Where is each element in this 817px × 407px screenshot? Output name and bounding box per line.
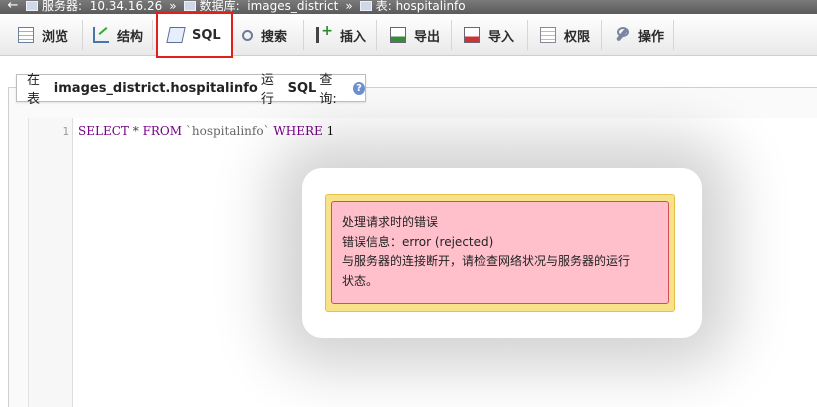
tab-label: 导出	[414, 29, 441, 45]
sql-value: 1	[326, 124, 335, 138]
back-arrow-icon[interactable]: ←	[0, 0, 26, 12]
error-message-line1: 与服务器的连接断开，请检查网络状况与服务器的运行	[342, 254, 631, 268]
breadcrumb-server[interactable]: 服务器: 10.34.16.26	[26, 0, 162, 12]
sql-star: *	[132, 124, 139, 138]
tab-insert[interactable]: 插入	[310, 20, 377, 50]
privileges-icon	[540, 27, 556, 43]
breadcrumb-table[interactable]: 表: hospitalinfo	[359, 0, 466, 13]
legend-sql: SQL	[287, 80, 317, 96]
tab-import[interactable]: 导入	[458, 20, 528, 50]
tab-label: 操作	[638, 29, 665, 45]
structure-icon	[93, 27, 109, 43]
legend-suffix: 运行	[260, 73, 274, 107]
server-label: 服务器:	[42, 0, 83, 13]
tab-label: 导入	[488, 29, 515, 45]
error-message-box: 处理请求时的错误 错误信息：error (rejected) 与服务器的连接断开…	[331, 201, 669, 304]
browse-icon	[18, 27, 34, 43]
help-icon[interactable]: ?	[353, 81, 365, 95]
sql-keyword-where: WHERE	[273, 124, 323, 138]
error-title: 处理请求时的错误	[342, 215, 439, 229]
legend-prefix: 在表	[27, 73, 41, 107]
insert-icon	[316, 23, 333, 43]
tab-search[interactable]: 搜索	[236, 20, 304, 50]
tab-privileges[interactable]: 权限	[534, 20, 602, 50]
tab-label: 搜索	[261, 29, 288, 45]
sql-icon	[166, 27, 186, 43]
operations-icon	[614, 27, 630, 43]
database-icon	[183, 1, 196, 11]
sql-keyword-select: SELECT	[78, 124, 129, 138]
db-value[interactable]: images_district	[247, 0, 338, 12]
tab-bar: 浏览 结构 SQL 搜索 插入 导出 导入 权限 操作	[0, 12, 817, 58]
error-message-line2: 状态。	[342, 273, 379, 288]
sql-keyword-from: FROM	[142, 124, 183, 138]
import-icon	[464, 27, 480, 43]
legend-end: 查询:	[319, 73, 337, 107]
export-icon	[390, 27, 406, 43]
sql-table-name: `hospitalinfo`	[185, 124, 270, 138]
tab-sql[interactable]: SQL	[156, 12, 233, 58]
server-icon	[26, 1, 38, 11]
breadcrumb-separator: »	[169, 0, 177, 13]
tab-label: 浏览	[42, 29, 69, 45]
breadcrumb-separator: »	[345, 0, 353, 13]
query-legend: 在表 images_district.hospitalinfo 运行 SQL 查…	[16, 73, 366, 107]
search-icon	[242, 29, 253, 41]
tab-browse[interactable]: 浏览	[12, 20, 83, 50]
breadcrumb-database[interactable]: 数据库: images_district	[183, 0, 338, 13]
table-value[interactable]: hospitalinfo	[396, 0, 466, 12]
server-value[interactable]: 10.34.16.26	[90, 0, 163, 12]
tab-operations[interactable]: 操作	[608, 20, 674, 50]
db-label: 数据库:	[199, 0, 240, 13]
error-detail: 错误信息：error (rejected)	[342, 234, 494, 249]
table-label: 表:	[375, 0, 392, 13]
tab-label: SQL	[192, 27, 221, 43]
breadcrumb: ← 服务器: 10.34.16.26 » 数据库: images_distric…	[0, 0, 817, 14]
line-number: 1	[62, 125, 69, 138]
tab-label: 权限	[564, 29, 591, 45]
tab-structure[interactable]: 结构	[87, 20, 153, 50]
legend-table: images_district.hospitalinfo	[53, 80, 258, 96]
error-dialog: 处理请求时的错误 错误信息：error (rejected) 与服务器的连接断开…	[325, 194, 675, 312]
editor-gutter: 1	[29, 118, 73, 407]
tab-label: 结构	[117, 29, 144, 45]
tab-label: 插入	[340, 29, 367, 45]
table-icon	[359, 1, 372, 11]
tab-export[interactable]: 导出	[384, 20, 452, 50]
sql-code-line[interactable]: SELECT * FROM `hospitalinfo` WHERE 1	[78, 124, 334, 138]
